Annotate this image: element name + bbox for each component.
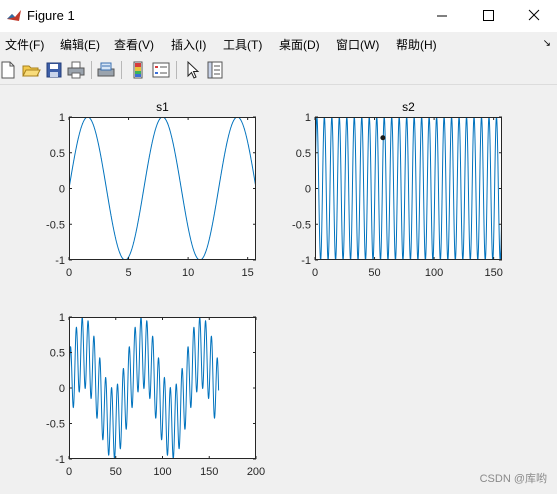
y-tick-label: -1 [55,454,65,466]
close-button[interactable] [511,0,557,32]
x-tick-label: 10 [182,267,194,279]
minimize-icon [437,15,447,17]
axes-title: s1 [156,100,169,114]
menu-view[interactable]: 查看(V) [114,36,154,53]
print-icon[interactable] [66,60,86,80]
figure-canvas[interactable]: 0 5 10 15 -1 -0.5 0 0.5 1 s1 0 50 100 150 -1 -0.5 0 0.5 1 s… [0,85,557,494]
matlab-app-icon [6,8,22,24]
property-inspector-icon[interactable] [205,60,225,80]
y-tick-label: 0.5 [50,348,65,360]
plots-svg: 0 5 10 15-1-0.500.51s10 50 100 150-1-0.500.51s… [46,100,503,478]
axes-background [69,317,256,459]
title-bar: Figure 1 [0,0,557,32]
minimize-button[interactable] [419,0,465,32]
data-marker-point [380,135,386,141]
x-tick-label: 0 [312,267,318,279]
y-tick-label: -1 [301,255,311,267]
subplot-3: 0 50 100 150 200 -1 -0.5 0 0.5 1 [46,312,265,478]
y-tick-label: 0 [305,184,311,196]
x-tick-label: 150 [484,267,502,279]
y-tick-label: 0.5 [296,148,311,160]
maximize-icon [483,10,494,21]
menu-tools[interactable]: 工具(T) [223,36,262,53]
menu-window[interactable]: 窗口(W) [336,36,379,53]
toolbar-separator [121,61,122,79]
y-tick-label: 0 [59,383,65,395]
x-tick-label: 0 [66,466,72,478]
menu-desktop[interactable]: 桌面(D) [279,36,320,53]
y-tick-label: -0.5 [46,419,65,431]
x-tick-label: 50 [368,267,380,279]
y-tick-label: 1 [305,112,311,124]
watermark: CSDN @库哟 [479,473,547,485]
y-tick-label: -0.5 [46,219,65,231]
y-tick-label: 0 [59,184,65,196]
menu-edit[interactable]: 编辑(E) [60,36,100,53]
open-file-icon[interactable] [21,60,41,80]
y-tick-label: 1 [59,312,65,324]
menu-file[interactable]: 文件(F) [5,36,44,53]
x-tick-label: 15 [242,267,254,279]
x-tick-label: 5 [125,267,131,279]
x-tick-label: 100 [425,267,443,279]
axes-title: s2 [402,100,415,114]
menu-overflow-arrow-icon[interactable]: ↘ [543,38,551,49]
window-title: Figure 1 [27,8,75,23]
toolbar-separator [176,61,177,79]
y-tick-label: 0.5 [50,148,65,160]
edit-plot-icon[interactable] [183,60,203,80]
y-tick-label: 1 [59,112,65,124]
maximize-button[interactable] [465,0,511,32]
colorbar-icon[interactable] [128,60,148,80]
x-tick-label: 100 [153,466,171,478]
x-tick-label: 50 [110,466,122,478]
figure-toolbar [0,56,557,85]
menu-help[interactable]: 帮助(H) [396,36,437,53]
x-tick-label: 200 [247,466,265,478]
subplot-2: 0 50 100 150 -1 -0.5 0 0.5 1 s2 [292,100,503,279]
menu-bar: 文件(F) 编辑(E) 查看(V) 插入(I) 工具(T) 桌面(D) 窗口(W… [0,32,557,56]
menu-insert[interactable]: 插入(I) [171,36,206,53]
legend-icon[interactable] [151,60,171,80]
close-icon [528,9,540,21]
print-preview-icon[interactable] [96,60,116,80]
new-figure-icon[interactable] [0,60,18,80]
y-tick-label: -0.5 [292,219,311,231]
x-tick-label: 0 [66,267,72,279]
save-icon[interactable] [44,60,64,80]
x-tick-label: 150 [200,466,218,478]
toolbar-separator [91,61,92,79]
subplot-1: 0 5 10 15 -1 -0.5 0 0.5 1 s1 [46,100,256,279]
y-tick-label: -1 [55,255,65,267]
